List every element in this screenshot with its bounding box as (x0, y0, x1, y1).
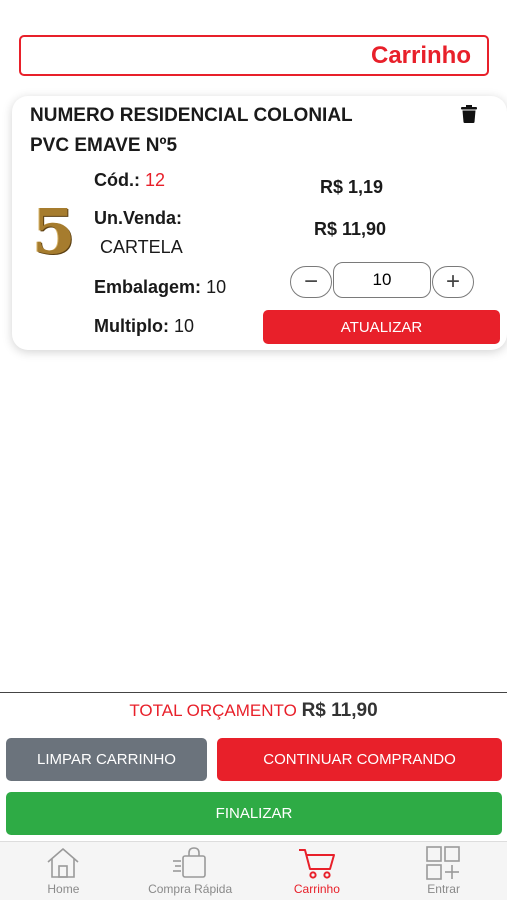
continue-shopping-button[interactable]: CONTINUAR COMPRANDO (217, 738, 502, 781)
unit-label-row: Un.Venda: (94, 208, 182, 229)
increment-button[interactable]: + (432, 266, 474, 298)
trash-icon[interactable] (461, 105, 477, 123)
product-name-line2: PVC EMAVE Nº5 (30, 135, 178, 156)
grid-plus-icon (425, 846, 460, 880)
tab-login[interactable]: Entrar (380, 842, 507, 900)
multiple-label: Multiplo: (94, 316, 169, 336)
tab-cart-label: Carrinho (293, 882, 340, 896)
update-button[interactable]: ATUALIZAR (263, 310, 500, 344)
home-icon (47, 848, 79, 878)
decrement-button[interactable]: − (290, 266, 332, 298)
total-summary: TOTAL ORÇAMENTO R$ 11,90 (0, 700, 507, 722)
cart-item-card: NUMERO RESIDENCIAL COLONIAL PVC EMAVE Nº… (12, 96, 507, 350)
multiple-row: Multiplo: 10 (94, 316, 194, 337)
multiple-value: 10 (174, 316, 195, 336)
code-label: Cód.: (94, 170, 140, 190)
quick-buy-icon (173, 847, 206, 878)
quantity-input[interactable] (333, 262, 431, 298)
tab-cart[interactable]: Carrinho (254, 842, 381, 900)
tab-home-label: Home (47, 882, 80, 896)
tab-quick-buy[interactable]: Compra Rápida (127, 842, 254, 900)
product-name-line1: NUMERO RESIDENCIAL COLONIAL (30, 105, 353, 126)
code-row: Cód.: 12 (94, 170, 165, 191)
finish-button[interactable]: FINALIZAR (6, 792, 502, 835)
tab-quick-buy-label: Compra Rápida (148, 882, 233, 896)
tab-login-label: Entrar (427, 882, 460, 896)
cart-icon (298, 849, 335, 879)
plus-icon: + (445, 268, 460, 295)
product-image-glyph: 5 (32, 195, 76, 268)
packaging-label: Embalagem: (94, 277, 202, 297)
total-value: R$ 11,90 (301, 700, 378, 721)
unit-label: Un.Venda: (94, 208, 183, 228)
product-image: 5 (32, 200, 76, 264)
unit-price: R$ 1,19 (320, 177, 384, 197)
page-header: Carrinho (19, 35, 489, 76)
summary-divider (0, 692, 507, 693)
unit-value: CARTELA (100, 237, 183, 257)
product-name: NUMERO RESIDENCIAL COLONIAL PVC EMAVE Nº… (30, 101, 450, 161)
code-value: 12 (145, 170, 166, 190)
total-label: TOTAL ORÇAMENTO (129, 701, 297, 720)
packaging-row: Embalagem: 10 (94, 277, 226, 298)
packaging-value: 10 (206, 277, 227, 297)
bottom-tab-bar: Home Compra Rápida Carrinho Entrar (0, 841, 507, 900)
page-title: Carrinho (370, 41, 471, 69)
clear-cart-button[interactable]: LIMPAR CARRINHO (6, 738, 207, 781)
minus-icon: − (303, 268, 318, 295)
tab-home[interactable]: Home (0, 842, 127, 900)
item-total-price: R$ 11,90 (314, 219, 387, 239)
